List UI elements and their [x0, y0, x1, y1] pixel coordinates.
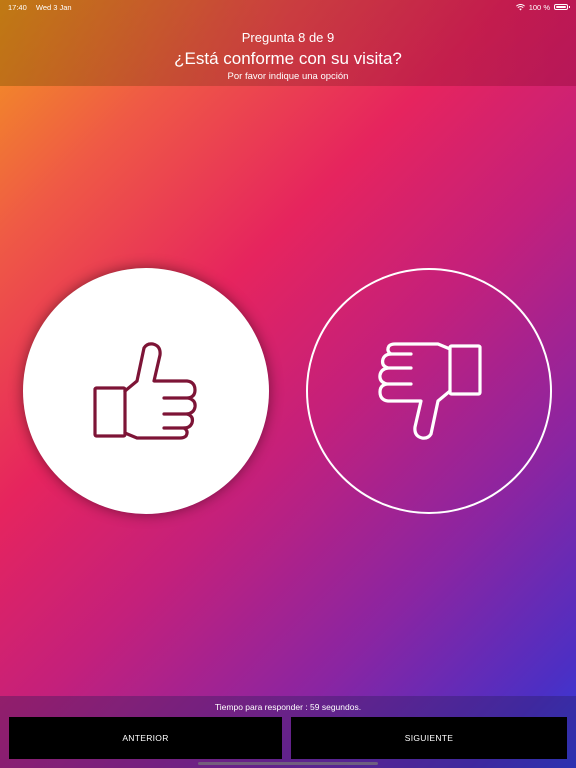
previous-button[interactable]: ANTERIOR: [9, 717, 282, 759]
question-hint: Por favor indique una opción: [227, 71, 349, 82]
wifi-icon: [515, 3, 525, 10]
home-indicator[interactable]: [198, 762, 378, 765]
question-title: ¿Está conforme con su visita?: [174, 49, 402, 68]
battery-fill: [556, 6, 566, 8]
next-button[interactable]: SIGUIENTE: [291, 717, 567, 759]
status-time: 17:40: [8, 2, 27, 12]
status-right: 100 %: [515, 2, 570, 12]
question-counter: Pregunta 8 de 9: [241, 30, 335, 45]
status-date: Wed 3 Jan: [35, 2, 72, 12]
battery-percent: 100 %: [528, 2, 550, 12]
status-bar: 17:40 Wed 3 Jan 100 %: [0, 0, 576, 14]
footer-bar: Tiempo para responder : 59 segundos. ANT…: [0, 696, 576, 768]
thumbs-down-option[interactable]: [306, 268, 552, 514]
battery-icon: [554, 4, 570, 10]
timer-text: Tiempo para responder : 59 segundos.: [214, 702, 362, 712]
thumbs-down-icon: [378, 342, 482, 440]
thumbs-up-option[interactable]: [23, 268, 269, 514]
status-left: 17:40 Wed 3 Jan: [8, 3, 79, 12]
thumbs-up-icon: [93, 342, 197, 440]
